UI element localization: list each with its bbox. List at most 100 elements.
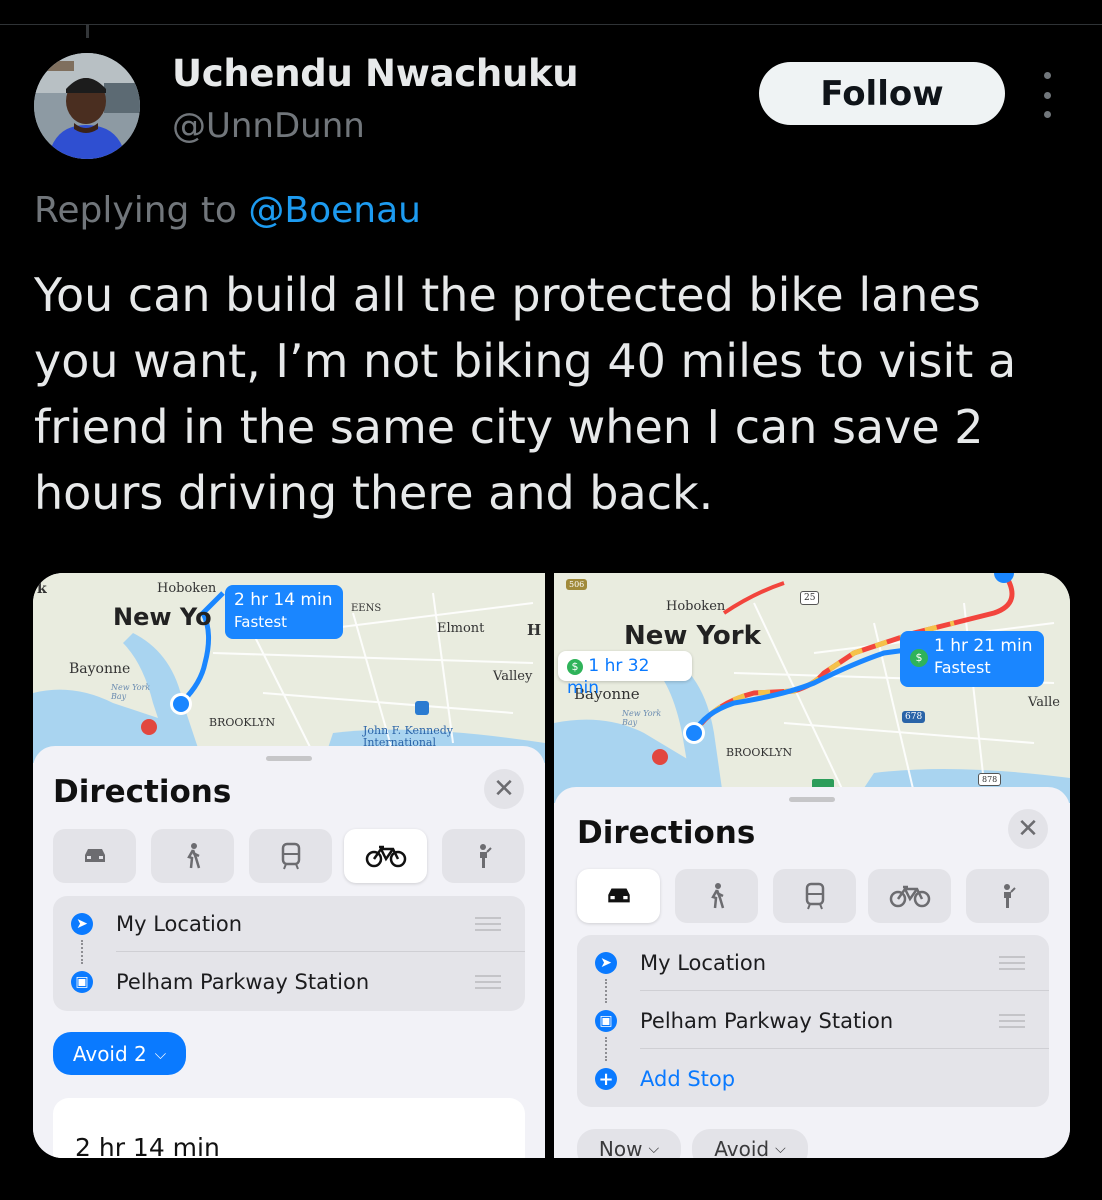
toll-icon: $ bbox=[567, 659, 583, 675]
map-label-new-york: New York bbox=[624, 621, 761, 651]
plus-icon: + bbox=[595, 1068, 617, 1090]
depart-time-button[interactable]: Now ⌵ bbox=[577, 1129, 681, 1158]
chevron-down-icon: ⌵ bbox=[648, 1141, 660, 1157]
route-from-text: My Location bbox=[640, 951, 767, 975]
map-label-queens: EENS bbox=[351, 603, 382, 614]
transit-station-icon: ▣ bbox=[595, 1010, 617, 1032]
now-label: Now bbox=[598, 1137, 643, 1158]
rideshare-icon bbox=[1003, 884, 1016, 908]
bike-icon bbox=[889, 885, 930, 908]
map-label-elmont: Elmont bbox=[437, 621, 485, 636]
car-icon bbox=[607, 888, 630, 903]
chevron-down-icon: ⌵ bbox=[154, 1044, 167, 1063]
transit-icon bbox=[281, 842, 300, 870]
car-icon bbox=[84, 849, 105, 862]
mode-car-tab[interactable] bbox=[53, 829, 136, 883]
route-endpoints: ➤ My Location ▣ Pelham Parkway Station +… bbox=[577, 935, 1049, 1107]
directions-sheet: Directions ✕ ➤ My Location ▣ Pelham Park… bbox=[33, 746, 545, 1158]
route-bubble-sub: Fastest bbox=[934, 658, 991, 677]
route-result-card[interactable]: 2 hr 14 min bbox=[53, 1098, 525, 1158]
author-handle[interactable]: @UnnDunn bbox=[172, 106, 365, 146]
directions-title: Directions bbox=[53, 774, 232, 810]
map-label-bay: New York Bay bbox=[622, 709, 662, 727]
route-to-text: Pelham Parkway Station bbox=[116, 970, 370, 994]
mode-car-tab[interactable] bbox=[577, 869, 660, 923]
row-divider bbox=[640, 1048, 1049, 1049]
route-shield-506: 506 bbox=[566, 579, 588, 590]
mode-rideshare-tab[interactable] bbox=[966, 869, 1049, 923]
location-arrow-icon: ➤ bbox=[71, 913, 93, 935]
replying-to: Replying to @Boenau bbox=[34, 190, 421, 231]
walk-icon bbox=[710, 883, 724, 909]
close-button[interactable]: ✕ bbox=[1008, 809, 1048, 849]
dot bbox=[1043, 72, 1051, 79]
map-label-valley: Valle bbox=[1028, 695, 1060, 710]
attached-image-left[interactable]: Hoboken New Yo Bayonne BROOKLYN Elmont H… bbox=[33, 573, 545, 1158]
add-stop-row[interactable]: + Add Stop bbox=[577, 1051, 1049, 1107]
map-label-h: H bbox=[527, 621, 542, 639]
more-options-icon[interactable] bbox=[1036, 72, 1058, 118]
reorder-handle-icon[interactable] bbox=[999, 1014, 1025, 1028]
reply-mention-link[interactable]: @Boenau bbox=[248, 190, 421, 231]
mode-rideshare-tab[interactable] bbox=[442, 829, 525, 883]
mode-transit-tab[interactable] bbox=[773, 869, 856, 923]
route-bubble-fastest[interactable]: $ 1 hr 21 min Fastest bbox=[900, 631, 1044, 687]
close-button[interactable]: ✕ bbox=[484, 769, 524, 809]
tweet-text: You can build all the protected bike lan… bbox=[34, 268, 1017, 520]
row-divider bbox=[640, 990, 1049, 991]
thread-connector bbox=[86, 24, 89, 38]
replying-prefix: Replying to bbox=[34, 190, 237, 231]
route-shield-878: 878 bbox=[978, 773, 1002, 786]
route-to-row[interactable]: ▣ Pelham Parkway Station bbox=[577, 993, 1049, 1049]
top-divider bbox=[0, 24, 1102, 25]
map-label-k: k bbox=[37, 581, 47, 597]
reorder-handle-icon[interactable] bbox=[475, 917, 501, 931]
route-bubble-alternate[interactable]: $ 1 hr 32 min bbox=[558, 651, 692, 698]
mode-walk-tab[interactable] bbox=[151, 829, 234, 883]
avoid-button[interactable]: Avoid 2 ⌵ bbox=[53, 1032, 186, 1075]
location-arrow-icon: ➤ bbox=[595, 952, 617, 974]
directions-sheet: Directions ✕ ➤ My Location ▣ Pelham Park… bbox=[554, 787, 1070, 1158]
map-label-brooklyn: BROOKLYN bbox=[209, 716, 276, 729]
map-label-valley: Valley bbox=[493, 669, 533, 684]
walk-icon bbox=[186, 843, 200, 869]
mode-transit-tab[interactable] bbox=[249, 829, 332, 883]
directions-title: Directions bbox=[577, 815, 756, 851]
dot bbox=[1043, 91, 1051, 99]
row-divider bbox=[116, 951, 525, 952]
author-name[interactable]: Uchendu Nwachuku bbox=[172, 52, 579, 95]
add-stop-label: Add Stop bbox=[640, 1067, 736, 1091]
route-bubble-time: 1 hr 21 min bbox=[934, 636, 1033, 656]
avoid-button[interactable]: Avoid ⌵ bbox=[692, 1129, 808, 1158]
mode-walk-tab[interactable] bbox=[675, 869, 758, 923]
avatar-photo bbox=[34, 53, 140, 159]
route-endpoints: ➤ My Location ▣ Pelham Parkway Station bbox=[53, 896, 525, 1011]
rideshare-icon bbox=[479, 844, 492, 868]
route-to-row[interactable]: ▣ Pelham Parkway Station bbox=[53, 954, 525, 1010]
sheet-grabber[interactable] bbox=[789, 797, 835, 802]
follow-button[interactable]: Follow bbox=[759, 62, 1005, 125]
route-from-row[interactable]: ➤ My Location bbox=[53, 896, 525, 952]
route-bubble-time: 2 hr 14 min bbox=[234, 590, 333, 610]
attached-image-right[interactable]: Hoboken New York Bayonne BROOKLYN Valle … bbox=[554, 573, 1070, 1158]
route-bubble-fastest[interactable]: 2 hr 14 min Fastest bbox=[225, 585, 343, 639]
reorder-handle-icon[interactable] bbox=[475, 975, 501, 989]
route-shield-25: 25 bbox=[800, 591, 820, 605]
reorder-handle-icon[interactable] bbox=[999, 956, 1025, 970]
route-shield-678: 678 bbox=[902, 711, 926, 723]
map-label-hoboken: Hoboken bbox=[666, 599, 726, 614]
mode-bike-tab[interactable] bbox=[344, 829, 427, 883]
transit-station-icon: ▣ bbox=[71, 971, 93, 993]
mode-bike-tab[interactable] bbox=[868, 869, 951, 923]
route-from-text: My Location bbox=[116, 912, 243, 936]
map-label-bay: New York Bay bbox=[111, 683, 151, 701]
transit-icon bbox=[805, 882, 824, 910]
map-label-bayonne: Bayonne bbox=[69, 661, 131, 677]
toll-icon: $ bbox=[910, 649, 928, 667]
avoid-label: Avoid 2 bbox=[72, 1041, 147, 1066]
avoid-label: Avoid bbox=[714, 1137, 770, 1158]
route-from-row[interactable]: ➤ My Location bbox=[577, 935, 1049, 991]
map-label-brooklyn: BROOKLYN bbox=[726, 746, 793, 759]
avatar[interactable] bbox=[34, 53, 140, 159]
sheet-grabber[interactable] bbox=[266, 756, 312, 761]
